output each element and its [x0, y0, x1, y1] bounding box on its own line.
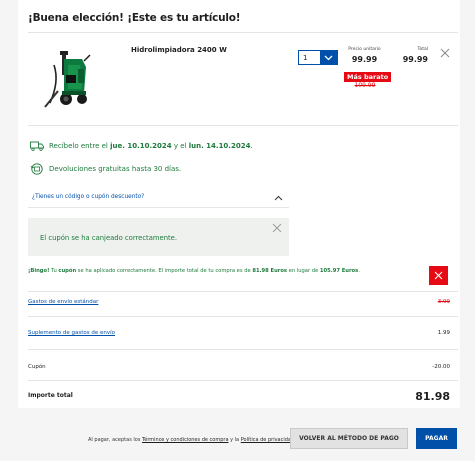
terms-notice: Al pagar, aceptas los Términos y condici…	[88, 437, 296, 443]
coupon-label: Cupón	[28, 364, 46, 370]
pay-button[interactable]: PAGAR	[416, 428, 457, 449]
total-label: Total	[417, 47, 428, 52]
divider	[28, 291, 458, 292]
delivery-middle: y el	[173, 142, 187, 150]
delivery-date-from: jue. 10.10.2024	[110, 142, 172, 150]
bingo-label: ¡Bingo!	[28, 268, 50, 274]
coupon-applied-message: ¡Bingo! Tu cupón se ha aplicado correcta…	[28, 268, 408, 274]
returns-text: Devoluciones gratuitas hasta 30 días.	[49, 165, 182, 173]
supplement-value: 1.99	[437, 330, 450, 336]
bingo-coupon-word: cupón	[58, 268, 77, 274]
product-name[interactable]: Hidrolimpiadora 2400 W	[131, 46, 227, 54]
terms-middle: y la	[228, 437, 241, 443]
chevron-up-icon[interactable]	[274, 195, 283, 201]
total-amount-label: Importe total	[28, 392, 73, 399]
close-icon	[434, 271, 443, 280]
chevron-down-icon[interactable]	[320, 51, 337, 64]
coupon-success-message: El cupón se ha canjeado correctamente.	[40, 234, 178, 242]
supplement-link[interactable]: Suplemento de gastos de envío	[28, 330, 115, 336]
coupon-success-box: El cupón se ha canjeado correctamente.	[28, 218, 289, 256]
shipping-link[interactable]: Gastos de envío estándar	[28, 299, 98, 305]
cheaper-badge: Más barato	[344, 72, 392, 82]
delivery-date-to: lun. 14.10.2024	[188, 142, 251, 150]
page-title: ¡Buena elección! ¡Este es tu artículo!	[28, 12, 241, 24]
returns-info: Devoluciones gratuitas hasta 30 días.	[30, 163, 181, 175]
divider	[28, 125, 458, 126]
privacy-link[interactable]: Política de privacidad	[241, 437, 294, 443]
bingo-text: .	[358, 268, 360, 274]
divider	[28, 349, 458, 350]
return-package-icon	[30, 163, 43, 175]
coupon-toggle[interactable]: ¿Tienes un código o cupón descuento?	[28, 188, 289, 208]
divider	[28, 32, 458, 33]
coupon-value: -20.00	[432, 364, 450, 370]
delivery-suffix: .	[250, 142, 253, 150]
quantity-value: 1	[303, 54, 308, 62]
unit-price: 99.99	[351, 55, 378, 64]
pressure-washer-image	[44, 51, 91, 108]
remove-item-icon[interactable]	[438, 46, 452, 60]
bingo-old-amount: 105.97 Euros	[319, 268, 359, 274]
shipping-value: 3.99	[437, 299, 450, 305]
truck-icon	[30, 141, 44, 151]
close-icon[interactable]	[271, 222, 283, 234]
total-amount-value: 81.98	[415, 390, 450, 403]
remove-coupon-button[interactable]	[429, 266, 448, 285]
terms-prefix: Al pagar, aceptas los	[88, 437, 143, 443]
delivery-prefix: Recíbelo entre el	[49, 142, 108, 150]
terms-link[interactable]: Términos y condiciones de compra	[142, 437, 228, 443]
item-total: 99.99	[402, 55, 428, 64]
divider	[28, 316, 458, 317]
unit-price-label: Precio unitario	[348, 47, 381, 52]
coupon-question: ¿Tienes un código o cupón descuento?	[32, 194, 145, 200]
bingo-text: se ha aplicado correctamente. El importe…	[76, 268, 253, 274]
quantity-select[interactable]: 1	[298, 50, 338, 65]
old-price: 109.99	[354, 82, 376, 89]
bingo-text: en lugar de	[287, 268, 320, 274]
back-to-payment-button[interactable]: VOLVER AL MÉTODO DE PAGO	[290, 428, 408, 449]
divider	[28, 380, 458, 381]
bingo-new-amount: 81.98 Euros	[252, 268, 287, 274]
delivery-info: Recíbelo entre el jue. 10.10.2024 y el l…	[30, 141, 253, 151]
